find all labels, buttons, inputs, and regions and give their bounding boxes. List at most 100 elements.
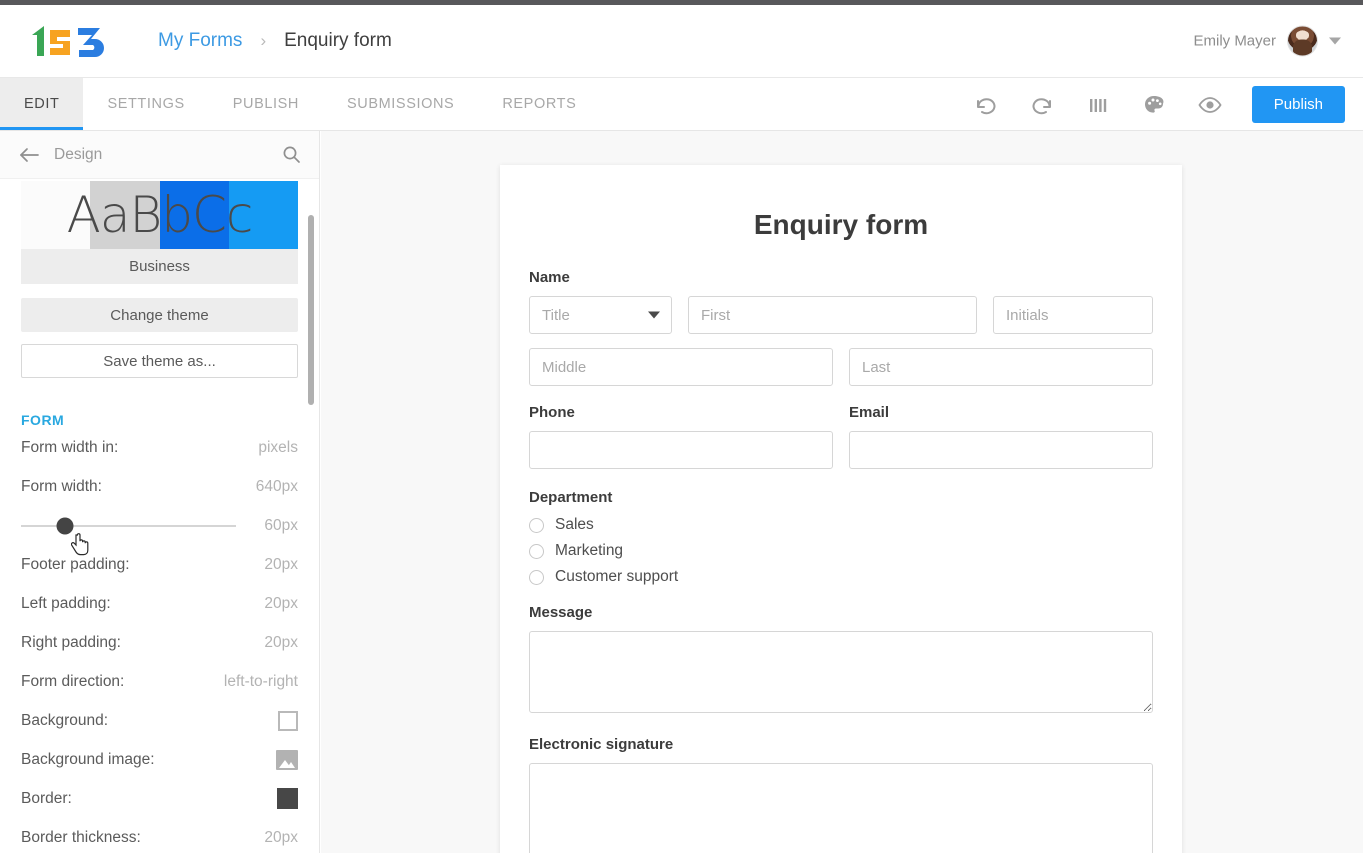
- prop-background[interactable]: Background:: [0, 701, 319, 740]
- save-theme-as-button[interactable]: Save theme as...: [21, 344, 298, 378]
- prop-border-thickness[interactable]: Border thickness: 20px: [0, 818, 319, 853]
- tab-reports[interactable]: REPORTS: [478, 78, 600, 130]
- name-label: Name: [529, 269, 1153, 286]
- radio-icon[interactable]: [529, 518, 544, 533]
- chevron-down-icon[interactable]: [1329, 38, 1341, 45]
- department-field-group: Department Sales Marketing Customer supp…: [529, 489, 1153, 586]
- prop-right-padding[interactable]: Right padding: 20px: [0, 623, 319, 662]
- title-select-wrap[interactable]: [529, 296, 672, 334]
- theme-preview: AaBbCc: [21, 181, 298, 249]
- message-textarea[interactable]: [529, 631, 1153, 713]
- department-option-customer-support-label: Customer support: [555, 568, 678, 586]
- phone-input[interactable]: [529, 431, 833, 469]
- avatar[interactable]: [1287, 26, 1318, 57]
- department-label: Department: [529, 489, 1153, 506]
- prop-background-image[interactable]: Background image:: [0, 740, 319, 779]
- message-label: Message: [529, 604, 1153, 621]
- radio-icon[interactable]: [529, 570, 544, 585]
- signature-pad[interactable]: [529, 763, 1153, 853]
- undo-icon[interactable]: [958, 78, 1014, 131]
- main-tabbar: EDIT SETTINGS PUBLISH SUBMISSIONS REPORT…: [0, 78, 1363, 131]
- background-color-swatch[interactable]: [278, 711, 298, 731]
- prop-border-label: Border:: [21, 790, 72, 808]
- department-option-marketing-label: Marketing: [555, 542, 623, 560]
- contact-row: Phone Email: [529, 404, 1153, 469]
- form-width-slider-track[interactable]: [21, 525, 236, 527]
- form-card: Enquiry form Name: [500, 165, 1182, 853]
- prop-form-width-label: Form width:: [21, 478, 102, 496]
- theme-sample-text: AaBbCc: [21, 181, 298, 249]
- palette-icon[interactable]: [1126, 78, 1182, 131]
- tab-edit[interactable]: EDIT: [0, 78, 83, 130]
- tab-publish-label: PUBLISH: [233, 96, 299, 112]
- prop-form-direction-value[interactable]: left-to-right: [224, 673, 298, 691]
- change-theme-button[interactable]: Change theme: [21, 298, 298, 332]
- prop-left-padding-value[interactable]: 20px: [264, 595, 298, 613]
- signature-label: Electronic signature: [529, 736, 1153, 753]
- breadcrumb-separator-icon: ›: [260, 31, 266, 51]
- prop-form-width-in[interactable]: Form width in: pixels: [0, 428, 319, 467]
- theme-card[interactable]: AaBbCc Business: [0, 181, 319, 284]
- sidebar-scrollbar[interactable]: [308, 215, 314, 405]
- redo-icon[interactable]: [1014, 78, 1070, 131]
- brand-logo-123[interactable]: [28, 23, 108, 59]
- editor-toolbar: Publish: [958, 78, 1345, 131]
- image-icon[interactable]: [276, 750, 298, 770]
- prop-right-padding-label: Right padding:: [21, 634, 121, 652]
- app-header: My Forms › Enquiry form Emily Mayer: [0, 5, 1363, 78]
- user-name-label: Emily Mayer: [1193, 33, 1276, 50]
- tab-publish[interactable]: PUBLISH: [209, 78, 323, 130]
- slider-value-label: 60px: [264, 517, 298, 535]
- prop-border[interactable]: Border:: [0, 779, 319, 818]
- prop-right-padding-value[interactable]: 20px: [264, 634, 298, 652]
- signature-field-group: Electronic signature: [529, 736, 1153, 853]
- department-option-customer-support[interactable]: Customer support: [529, 568, 1153, 586]
- phone-field-group: Phone: [529, 404, 833, 469]
- columns-icon[interactable]: [1070, 78, 1126, 131]
- title-select[interactable]: [529, 296, 672, 334]
- form-width-slider-row[interactable]: 60px: [0, 506, 319, 545]
- prop-form-direction-label: Form direction:: [21, 673, 124, 691]
- prop-left-padding[interactable]: Left padding: 20px: [0, 584, 319, 623]
- prop-form-width[interactable]: Form width: 640px: [0, 467, 319, 506]
- prop-form-width-value[interactable]: 640px: [256, 478, 298, 496]
- form-width-slider-handle[interactable]: [57, 517, 74, 534]
- prop-form-width-in-label: Form width in:: [21, 439, 118, 457]
- prop-footer-padding-value[interactable]: 20px: [264, 556, 298, 574]
- search-icon[interactable]: [282, 145, 301, 164]
- radio-icon[interactable]: [529, 544, 544, 559]
- email-field-group: Email: [849, 404, 1153, 469]
- name-field-group: Name: [529, 269, 1153, 386]
- tab-submissions-label: SUBMISSIONS: [347, 96, 454, 112]
- department-option-sales[interactable]: Sales: [529, 516, 1153, 534]
- name-row-2: [529, 348, 1153, 386]
- last-name-input[interactable]: [849, 348, 1153, 386]
- form-section-title: FORM: [21, 412, 319, 428]
- prop-form-width-in-value[interactable]: pixels: [258, 439, 298, 457]
- initials-input[interactable]: [993, 296, 1153, 334]
- prop-left-padding-label: Left padding:: [21, 595, 111, 613]
- breadcrumb-my-forms[interactable]: My Forms: [158, 30, 242, 52]
- theme-name-label: Business: [21, 249, 298, 284]
- user-menu[interactable]: Emily Mayer: [1193, 26, 1341, 57]
- first-name-input[interactable]: [688, 296, 977, 334]
- publish-button[interactable]: Publish: [1252, 86, 1345, 123]
- sidebar-title: Design: [54, 146, 282, 164]
- tab-submissions[interactable]: SUBMISSIONS: [323, 78, 478, 130]
- prop-footer-padding[interactable]: Footer padding: 20px: [0, 545, 319, 584]
- prop-background-image-label: Background image:: [21, 751, 155, 769]
- prop-form-direction[interactable]: Form direction: left-to-right: [0, 662, 319, 701]
- middle-name-input[interactable]: [529, 348, 833, 386]
- email-input[interactable]: [849, 431, 1153, 469]
- form-title: Enquiry form: [529, 209, 1153, 241]
- tab-edit-label: EDIT: [24, 96, 59, 112]
- prop-border-thickness-value[interactable]: 20px: [264, 829, 298, 847]
- department-option-marketing[interactable]: Marketing: [529, 542, 1153, 560]
- tab-settings[interactable]: SETTINGS: [83, 78, 208, 130]
- border-color-swatch[interactable]: [277, 788, 298, 809]
- prop-background-label: Background:: [21, 712, 108, 730]
- arrow-left-icon[interactable]: [18, 147, 40, 163]
- email-label: Email: [849, 404, 1153, 421]
- sidebar-header: Design: [0, 131, 319, 179]
- eye-icon[interactable]: [1182, 78, 1238, 131]
